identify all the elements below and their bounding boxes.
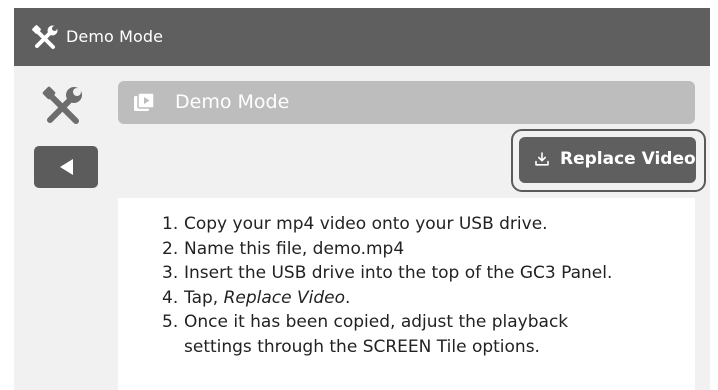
list-item-number: 5. [162,312,179,332]
tools-icon [42,86,82,124]
video-icon [134,93,154,111]
list-item-prefix: Tap, [184,287,224,308]
list-item-number: 1. [162,214,179,234]
list-item-emphasis: Replace Video [223,287,346,308]
replace-video-button[interactable]: Replace Video [519,137,696,183]
list-item: 1. Copy your mp4 video onto your USB dri… [162,212,702,237]
instructions-panel: 1. Copy your mp4 video onto your USB dri… [118,198,695,390]
tools-icon [32,25,58,49]
section-title: Demo Mode [175,91,290,113]
list-item-text: Once it has been copied, adjust the play… [184,312,569,332]
instructions-list: 1. Copy your mp4 video onto your USB dri… [162,212,702,359]
back-button[interactable] [34,146,98,188]
list-item-text: Name this file, demo.mp4 [184,238,405,259]
section-header: Demo Mode [118,81,695,124]
list-item-number: 2. [162,238,179,259]
list-item-text: Insert the USB drive into the top of the… [184,263,613,283]
list-item-number: 4. [162,287,179,308]
list-item-number: 3. [162,263,179,283]
replace-video-label: Replace Video [560,149,696,169]
title-bar: Demo Mode [14,8,710,66]
list-item-continuation: settings through the SCREEN Tile options… [184,336,540,357]
content-area: Demo Mode Replace Video 1. Copy your mp4… [14,66,710,390]
list-item: 4. Tap, Replace Video. [162,286,702,311]
list-item: 5. Once it has been copied, adjust the p… [162,310,702,359]
back-arrow-icon [60,159,73,175]
window-title: Demo Mode [66,27,164,46]
download-icon [535,152,549,166]
list-item: 3. Insert the USB drive into the top of … [162,261,702,286]
list-item-suffix: . [345,287,351,308]
list-item-text: Copy your mp4 video onto your USB drive. [184,214,548,234]
list-item: 2. Name this file, demo.mp4 [162,237,702,262]
